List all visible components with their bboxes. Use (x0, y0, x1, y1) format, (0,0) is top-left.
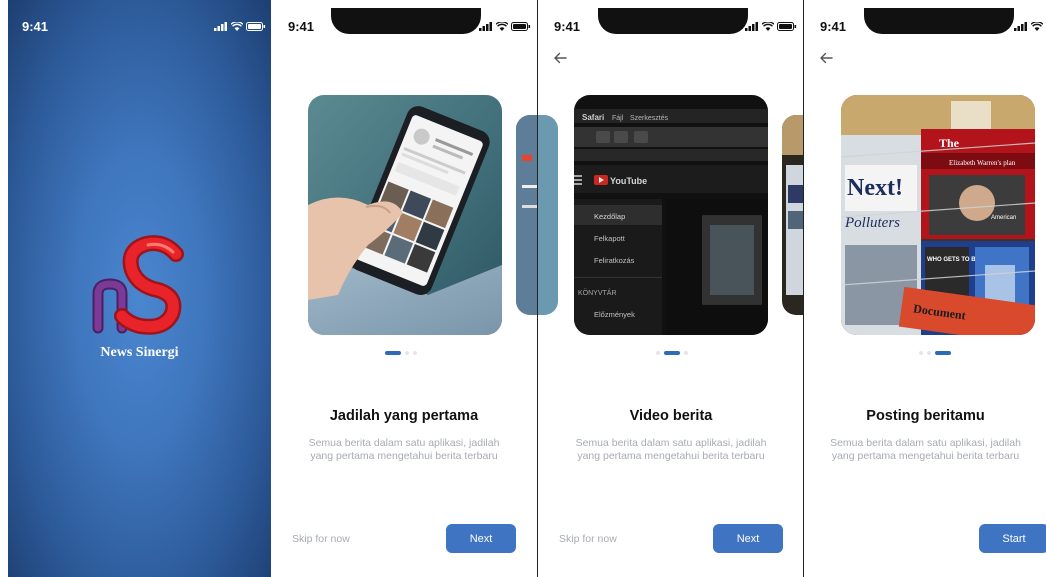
wifi-icon (231, 22, 243, 31)
page-dot (919, 351, 923, 355)
page-indicator (919, 351, 951, 355)
page-dot (656, 351, 660, 355)
description-line: yang pertama mengetahui berita terbaru (310, 450, 498, 462)
next-button[interactable]: Next (446, 524, 516, 553)
skip-button[interactable]: Skip for now (559, 533, 617, 545)
status-time: 9:41 (288, 19, 315, 34)
wifi-icon (762, 22, 774, 31)
signal-icon (214, 22, 227, 31)
description-line: Semua berita dalam satu aplikasi, jadila… (575, 437, 767, 449)
onboarding-description: Semua berita dalam satu aplikasi, jadila… (538, 437, 804, 463)
signal-icon (479, 22, 492, 31)
status-icons (745, 22, 797, 31)
hero-image-phone-in-hand (308, 95, 502, 335)
description-line: yang pertama mengetahui berita terbaru (831, 450, 1020, 462)
page-dot (413, 351, 417, 355)
back-arrow-icon[interactable] (818, 50, 834, 66)
page-indicator (385, 351, 417, 355)
magazine-cover-next: Next! (847, 175, 903, 201)
magazine-cover-polluters: Polluters (844, 215, 900, 231)
onboarding-description: Semua berita dalam satu aplikasi, jadila… (271, 437, 537, 463)
status-icons (1014, 22, 1043, 31)
onboarding-title: Video berita (629, 408, 713, 424)
onboarding-screen-3: 9:41 Next! Polluters The Elizabeth Warre… (803, 0, 1046, 577)
magazine-cover-headline: Elizabeth Warren's plan (949, 159, 1016, 167)
description-line: Semua berita dalam satu aplikasi, jadila… (308, 437, 500, 449)
signal-icon (1014, 22, 1027, 31)
news-sinergi-logo (92, 235, 184, 335)
page-dot (684, 351, 688, 355)
page-indicator (656, 351, 688, 355)
splash-screen: 9:41 News Sinergi (8, 0, 271, 577)
battery-icon (511, 22, 531, 31)
status-time: 9:41 (554, 19, 581, 34)
skip-button[interactable]: Skip for now (292, 533, 350, 545)
brand-name: News Sinergi (100, 345, 179, 360)
description-line: yang pertama mengetahui berita terbaru (577, 450, 765, 462)
page-dot (405, 351, 409, 355)
description-line: Semua berita dalam satu aplikasi, jadila… (830, 437, 1021, 449)
back-arrow-icon[interactable] (552, 50, 568, 66)
battery-icon (777, 22, 797, 31)
notch (331, 8, 481, 34)
page-dot (935, 351, 951, 355)
magazine-cover-the: The (939, 136, 960, 150)
status-time: 9:41 (22, 19, 49, 34)
signal-icon (745, 22, 758, 31)
onboarding-screen-2: 9:41 Safari Fájl Szerkesztés YouTube Kez… (537, 0, 804, 577)
previous-card-preview (538, 115, 558, 315)
onboarding-description: Semua berita dalam satu aplikasi, jadila… (804, 437, 1046, 463)
page-dot (385, 351, 401, 355)
onboarding-title: Jadilah yang pertama (329, 408, 479, 424)
next-card-preview (516, 115, 537, 315)
hero-image-youtube-browser: Safari Fájl Szerkesztés YouTube Kezdőlap… (574, 95, 768, 335)
page-dot (927, 351, 931, 355)
page-dot (664, 351, 680, 355)
onboarding-screen-1: 9:41 Jadilah yang pertama Semua berita d… (271, 0, 537, 577)
notch (598, 8, 748, 34)
next-card-preview (782, 115, 804, 315)
magazine-cover-american: American (991, 215, 1016, 221)
status-time: 9:41 (820, 19, 847, 34)
wifi-icon (1031, 22, 1043, 31)
hero-image-magazine-rack: Next! Polluters The Elizabeth Warren's p… (841, 95, 1035, 335)
next-button[interactable]: Next (713, 524, 783, 553)
onboarding-title: Posting beritamu (866, 408, 985, 424)
status-icons (214, 22, 266, 31)
start-button[interactable]: Start (979, 524, 1046, 553)
notch (864, 8, 1014, 34)
status-icons (479, 22, 531, 31)
wifi-icon (496, 22, 508, 31)
battery-icon (246, 22, 266, 31)
